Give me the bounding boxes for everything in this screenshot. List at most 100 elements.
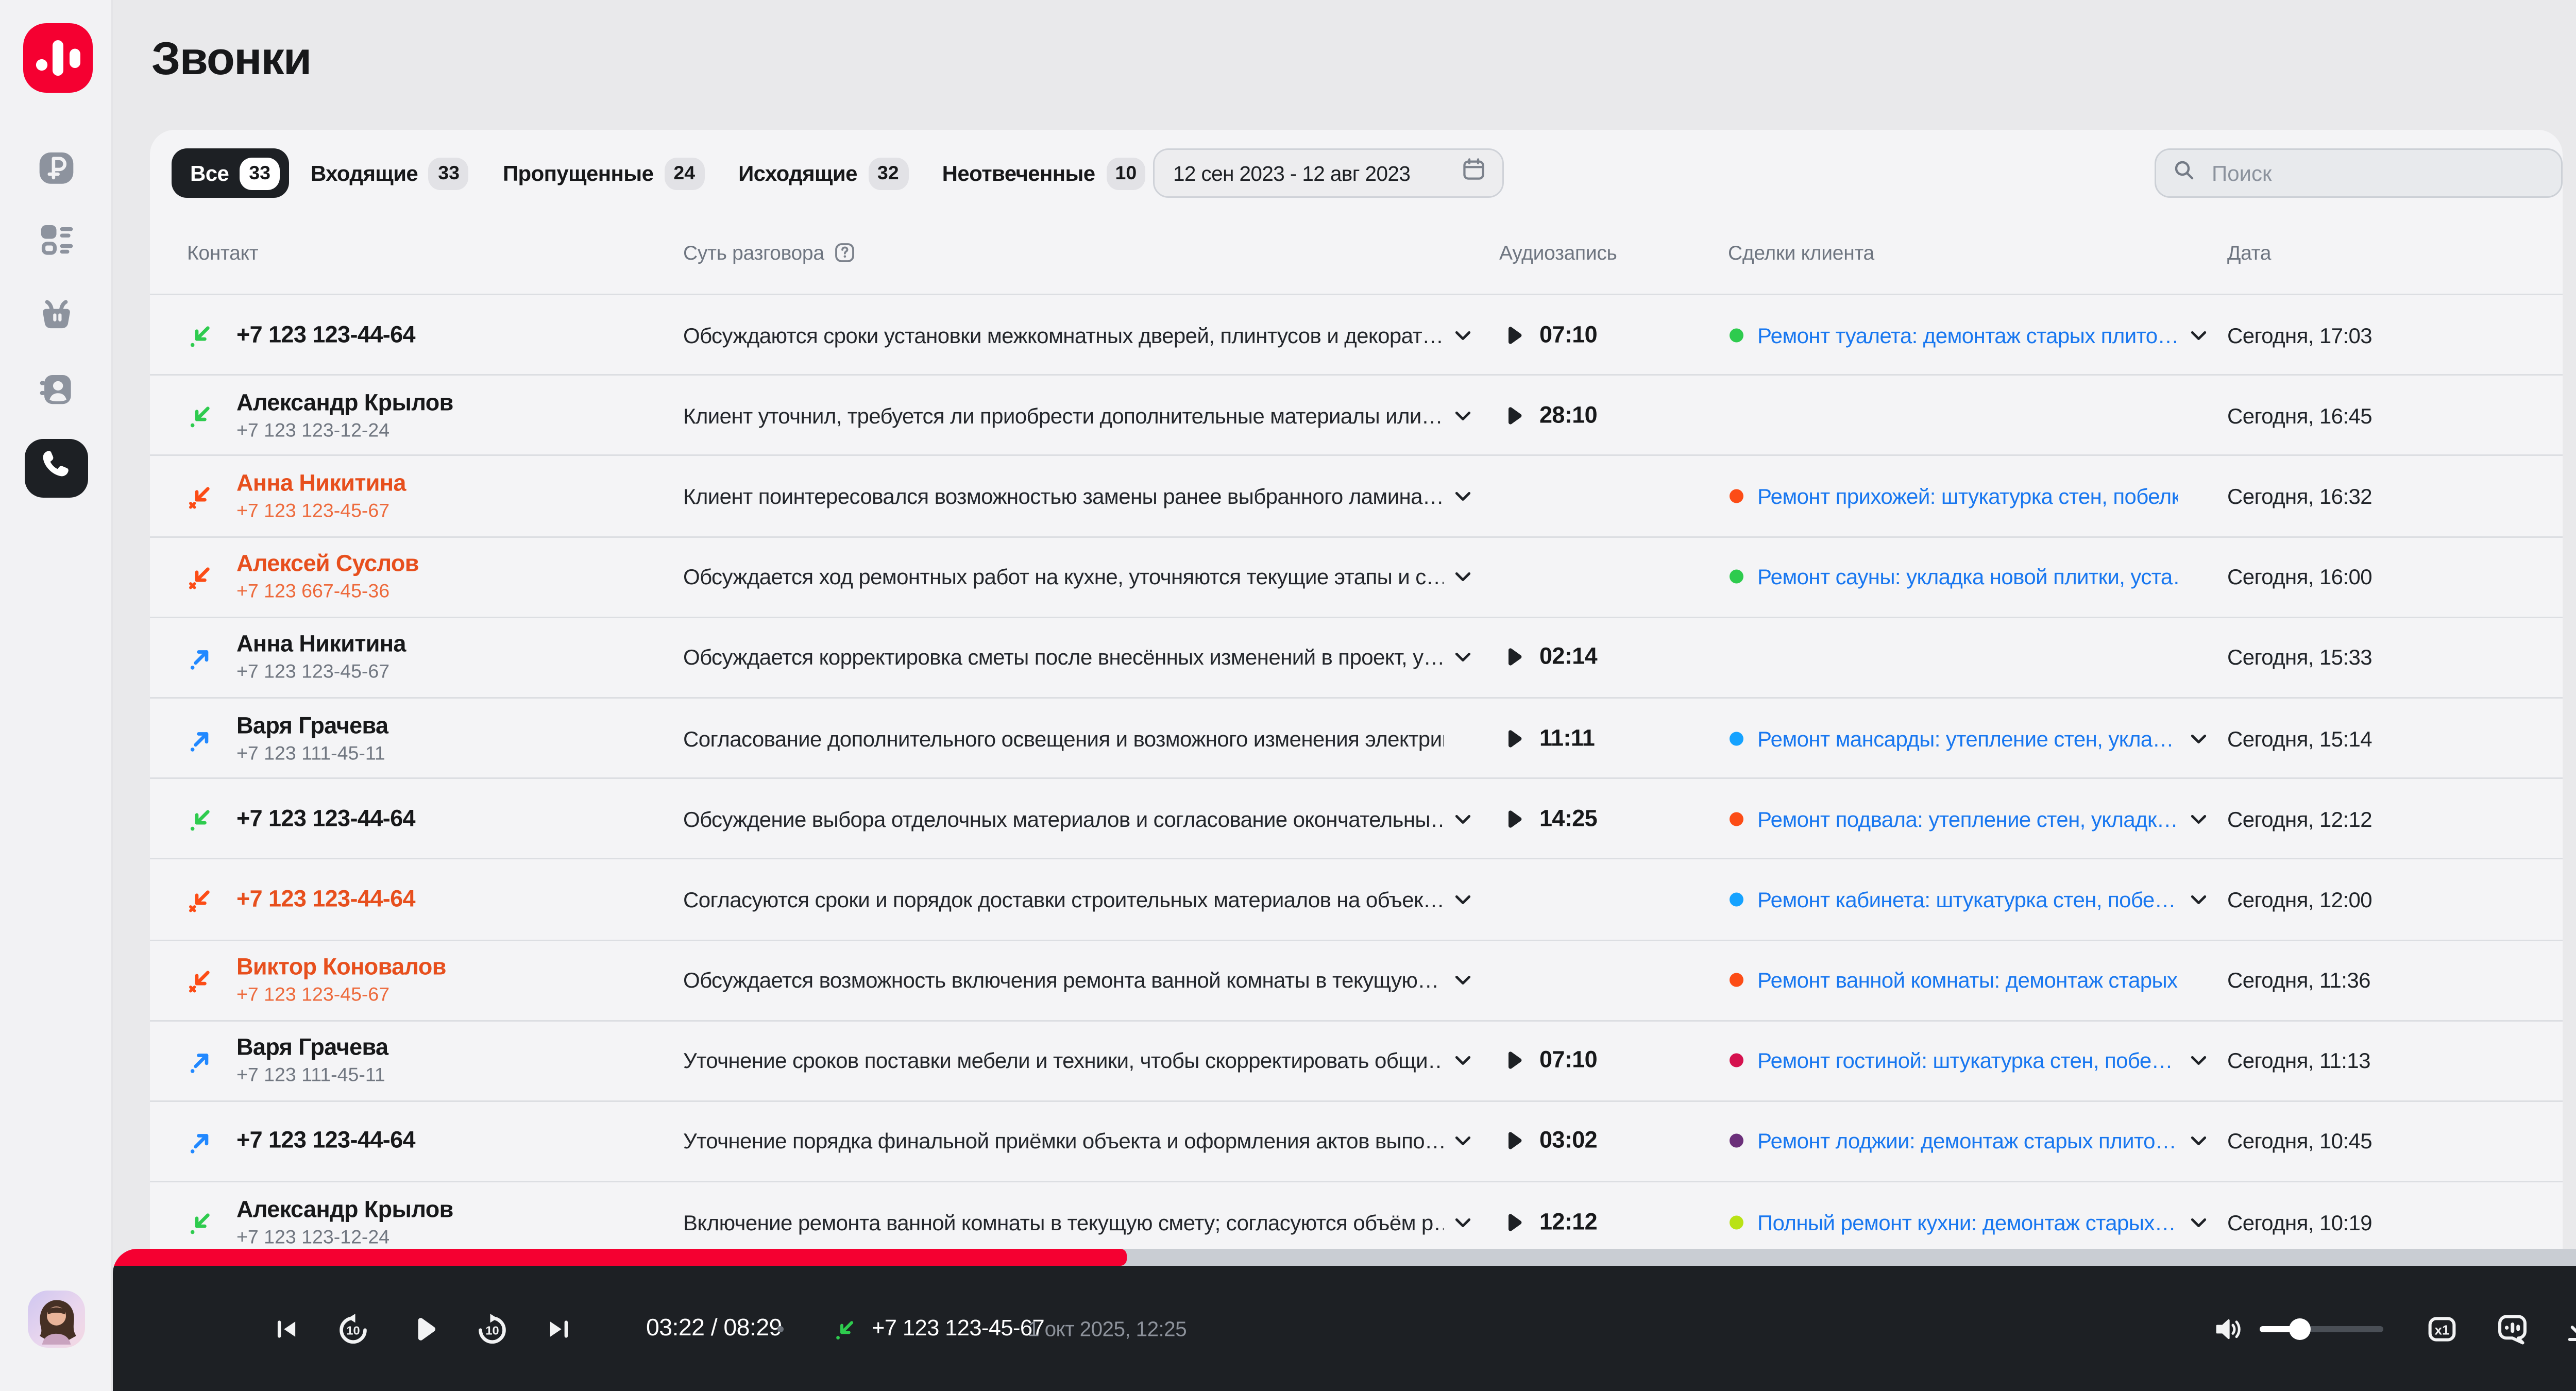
- contact-name: Варя Грачева: [236, 1035, 388, 1062]
- user-avatar[interactable]: [28, 1291, 85, 1348]
- deal-link[interactable]: Полный ремонт кухни: демонтаж старых…: [1757, 1210, 2176, 1234]
- deal-chevron-down-icon[interactable]: [2187, 726, 2210, 750]
- column-header: Суть разговора: [683, 241, 857, 264]
- volume-slider[interactable]: [2260, 1317, 2383, 1339]
- contact-phone: +7 123 123-12-24: [236, 419, 390, 441]
- outgoing-call-icon: [187, 723, 216, 753]
- summary-chevron-down-icon[interactable]: [1451, 404, 1475, 427]
- contact-phone: +7 123 111-45-11: [236, 742, 385, 764]
- deal-link[interactable]: Ремонт туалета: демонтаж старых плито…: [1757, 323, 2178, 347]
- deal-status-dot: [1730, 731, 1743, 745]
- summary-chevron-down-icon[interactable]: [1451, 1210, 1475, 1233]
- call-date: Сегодня, 11:13: [2227, 1048, 2371, 1073]
- play-button[interactable]: [408, 1312, 440, 1345]
- row-play-button[interactable]: [1501, 1047, 1526, 1074]
- contact-name: Александр Крылов: [236, 389, 453, 416]
- search-input[interactable]: [2209, 159, 2546, 187]
- search-box: [2155, 148, 2563, 198]
- prev-track-button[interactable]: [272, 1314, 301, 1343]
- row-play-button[interactable]: [1501, 806, 1526, 832]
- summary-chevron-down-icon[interactable]: [1451, 646, 1475, 669]
- table-row: Виктор Коновалов +7 123 123-45-67 Обсуждае…: [150, 939, 2563, 1020]
- app-logo[interactable]: [23, 23, 93, 93]
- row-play-button[interactable]: [1501, 725, 1526, 751]
- next-track-button[interactable]: [544, 1314, 573, 1343]
- calls-page: Звонки Все 33 Входящие 33 Пропущенные 24 Исход…: [0, 0, 2576, 1391]
- filter-tab-3[interactable]: Исходящие 32: [726, 148, 921, 198]
- calls-card: Все 33 Входящие 33 Пропущенные 24 Исходящие 32 Н…: [150, 130, 2563, 1391]
- summary-chevron-down-icon[interactable]: [1451, 323, 1475, 346]
- deal-link[interactable]: Ремонт прихожей: штукатурка стен, побелк…: [1757, 484, 2178, 508]
- summary-chevron-down-icon[interactable]: [1451, 1130, 1475, 1153]
- row-play-button[interactable]: [1501, 1128, 1526, 1155]
- forward-10-button[interactable]: 10: [474, 1311, 510, 1346]
- deal-chevron-down-icon[interactable]: [2187, 807, 2210, 830]
- contact-cell: +7 123 123-44-64: [236, 806, 416, 832]
- summary-chevron-down-icon[interactable]: [1451, 888, 1475, 911]
- sidebar-item-calls[interactable]: [25, 439, 88, 498]
- playback-speed-button[interactable]: x1: [2425, 1312, 2459, 1346]
- incoming-call-icon: [833, 1315, 859, 1342]
- deal-chevron-down-icon[interactable]: [2187, 1130, 2210, 1153]
- call-date: Сегодня, 10:19: [2227, 1209, 2372, 1234]
- player-datetime: 1 окт 2025, 12:25: [1028, 1317, 1187, 1340]
- filter-tab-0[interactable]: Все 33: [172, 148, 289, 198]
- incoming-call-icon: [187, 804, 216, 834]
- sidebar-item-tasks[interactable]: [25, 213, 88, 272]
- row-play-button[interactable]: [1501, 644, 1526, 671]
- contact-phone: +7 123 123-12-24: [236, 1226, 390, 1248]
- sidebar-item-payments[interactable]: [25, 142, 88, 201]
- missed-call-icon: [187, 562, 216, 591]
- sidebar-item-products[interactable]: [25, 289, 88, 348]
- deal-link[interactable]: Ремонт мансарды: утепление стен, укла…: [1757, 726, 2174, 751]
- table-row: +7 123 123-44-64 Обсуждаются сроки устано…: [150, 294, 2563, 375]
- deal-chevron-down-icon[interactable]: [2187, 1049, 2210, 1072]
- deal-status-dot: [1730, 328, 1743, 342]
- sidebar-item-contacts[interactable]: [25, 363, 88, 422]
- outgoing-call-icon: [187, 1127, 216, 1156]
- transcript-button[interactable]: [2495, 1311, 2530, 1346]
- deal-chevron-down-icon[interactable]: [2187, 323, 2210, 346]
- volume-knob[interactable]: [2289, 1317, 2311, 1339]
- deal-link[interactable]: Ремонт кабинета: штукатурка стен, побе…: [1757, 887, 2176, 912]
- volume-icon[interactable]: [2212, 1312, 2244, 1345]
- incoming-call-icon: [187, 401, 216, 430]
- filter-tab-4[interactable]: Неотвеченные 10: [930, 148, 1159, 198]
- tab-count-badge: 24: [664, 157, 705, 190]
- row-play-button[interactable]: [1501, 402, 1526, 429]
- deal-chevron-down-icon[interactable]: [2187, 888, 2210, 911]
- filter-tab-2[interactable]: Пропущенные 24: [490, 148, 717, 198]
- outgoing-call-icon: [187, 1046, 216, 1075]
- help-icon[interactable]: [824, 241, 857, 264]
- row-play-button[interactable]: [1501, 1209, 1526, 1235]
- call-date: Сегодня, 17:03: [2227, 322, 2372, 347]
- tab-count-badge: 10: [1106, 157, 1146, 190]
- summary-chevron-down-icon[interactable]: [1451, 969, 1475, 992]
- rewind-10-button[interactable]: 10: [335, 1311, 371, 1346]
- missed-call-icon: [187, 481, 216, 511]
- deal-link[interactable]: Ремонт сауны: укладка новой плитки, уста…: [1757, 564, 2178, 589]
- deal-link[interactable]: Ремонт лоджии: демонтаж старых плито…: [1757, 1129, 2176, 1153]
- date-range-picker[interactable]: 12 сен 2023 - 12 авг 2023: [1153, 148, 1504, 198]
- player-time: 03:22 / 08:29: [646, 1314, 782, 1341]
- filter-tab-1[interactable]: Входящие 33: [298, 148, 481, 198]
- deal-link[interactable]: Ремонт ванной комнаты: демонтаж старых…: [1757, 968, 2178, 992]
- table-row: +7 123 123-44-64 Согласуются сроки и поря…: [150, 858, 2563, 939]
- summary-chevron-down-icon[interactable]: [1451, 807, 1475, 830]
- tab-count-badge: 32: [868, 157, 908, 190]
- contact-cell: Варя Грачева +7 123 111-45-11: [236, 1035, 388, 1086]
- summary-chevron-down-icon[interactable]: [1451, 1049, 1475, 1072]
- player-progress-bar[interactable]: [113, 1249, 2576, 1266]
- search-icon: [2172, 157, 2209, 190]
- row-play-button[interactable]: [1501, 321, 1526, 348]
- audio-duration: 14:25: [1539, 805, 1598, 832]
- call-date: Сегодня, 16:32: [2227, 483, 2372, 508]
- download-button[interactable]: [2563, 1313, 2576, 1344]
- table-row: Варя Грачева +7 123 111-45-11 Согласование…: [150, 697, 2563, 778]
- deal-chevron-down-icon[interactable]: [2187, 1210, 2210, 1233]
- audio-duration: 03:02: [1539, 1128, 1598, 1155]
- deal-link[interactable]: Ремонт гостиной: штукатурка стен, побе…: [1757, 1048, 2173, 1073]
- summary-chevron-down-icon[interactable]: [1451, 565, 1475, 588]
- deal-link[interactable]: Ремонт подвала: утепление стен, укладк…: [1757, 806, 2178, 831]
- summary-chevron-down-icon[interactable]: [1451, 484, 1475, 507]
